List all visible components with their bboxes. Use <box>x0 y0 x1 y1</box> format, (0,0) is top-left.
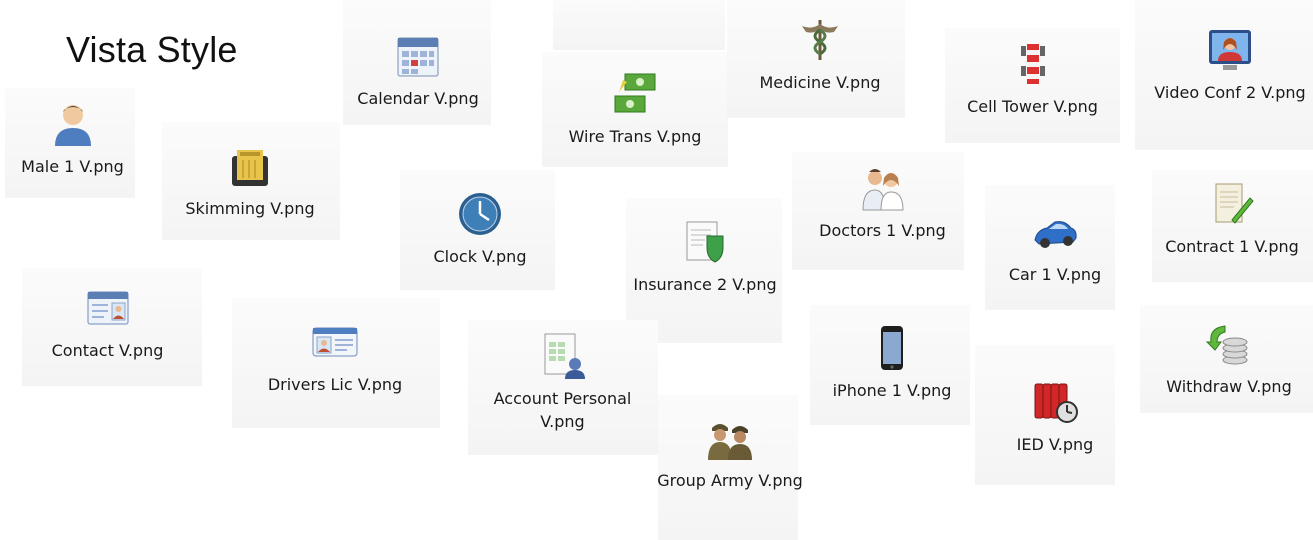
file-icon-drivers-lic[interactable]: Drivers Lic V.png <box>240 318 430 396</box>
file-icon-withdraw[interactable]: Withdraw V.png <box>1145 320 1313 398</box>
insurance-shield-icon <box>681 218 729 266</box>
background-tile <box>553 0 725 50</box>
caduceus-icon <box>796 16 844 64</box>
file-icon-contact[interactable]: Contact V.png <box>20 284 195 362</box>
file-icon-calendar[interactable]: Calendar V.png <box>343 32 493 110</box>
file-icon-skimming[interactable]: Skimming V.png <box>160 142 340 220</box>
car-icon <box>1031 208 1079 256</box>
file-label: Skimming V.png <box>185 199 315 218</box>
file-label: Insurance 2 V.png <box>633 275 777 294</box>
file-icon-wire-trans[interactable]: Wire Trans V.png <box>540 70 730 148</box>
file-label: Wire Trans V.png <box>568 127 702 146</box>
contact-card-icon <box>84 284 132 332</box>
file-icon-iphone-1[interactable]: iPhone 1 V.png <box>812 324 972 402</box>
clock-icon <box>456 190 504 238</box>
file-icon-group-army[interactable]: Group Army V.png <box>655 414 805 492</box>
file-label: Video Conf 2 V.png <box>1154 83 1306 102</box>
contract-icon <box>1208 180 1256 228</box>
file-label: Withdraw V.png <box>1166 377 1292 396</box>
file-icon-contract-1[interactable]: Contract 1 V.png <box>1152 180 1312 258</box>
file-label: Calendar V.png <box>357 89 479 108</box>
file-icon-clock[interactable]: Clock V.png <box>400 190 560 268</box>
file-label: iPhone 1 V.png <box>832 381 952 400</box>
calendar-icon <box>394 32 442 80</box>
iphone-icon <box>868 324 916 372</box>
file-label: IED V.png <box>1016 435 1094 454</box>
file-label: Contract 1 V.png <box>1165 237 1299 256</box>
file-label: Male 1 V.png <box>21 157 124 176</box>
file-label: Doctors 1 V.png <box>819 221 946 240</box>
account-personal-icon <box>539 332 587 380</box>
doctors-icon <box>859 164 907 212</box>
file-label: Group Army V.png <box>657 471 803 490</box>
cell-tower-icon <box>1009 40 1057 88</box>
file-label: Drivers Lic V.png <box>267 375 403 394</box>
file-icon-insurance-2[interactable]: Insurance 2 V.png <box>625 218 785 296</box>
video-conference-icon <box>1206 26 1254 74</box>
ied-bomb-icon <box>1031 378 1079 426</box>
file-label: Account Personal V.png <box>493 389 632 431</box>
army-group-icon <box>706 414 754 462</box>
page-title: Vista Style <box>66 29 238 70</box>
male-user-icon <box>49 100 97 148</box>
file-icon-video-conf-2[interactable]: Video Conf 2 V.png <box>1145 26 1313 104</box>
file-icon-male-1[interactable]: Male 1 V.png <box>0 100 145 178</box>
file-icon-ied[interactable]: IED V.png <box>985 378 1125 456</box>
file-label: Car 1 V.png <box>1008 265 1102 284</box>
file-label: Cell Tower V.png <box>967 97 1098 116</box>
skimming-device-icon <box>226 142 274 190</box>
file-icon-doctors-1[interactable]: Doctors 1 V.png <box>800 164 965 242</box>
file-icon-cell-tower[interactable]: Cell Tower V.png <box>945 40 1120 118</box>
file-icon-medicine[interactable]: Medicine V.png <box>740 16 900 94</box>
file-label: Contact V.png <box>51 341 164 360</box>
file-label: Clock V.png <box>433 247 527 266</box>
file-label: Medicine V.png <box>759 73 881 92</box>
drivers-license-icon <box>311 318 359 366</box>
file-icon-car-1[interactable]: Car 1 V.png <box>985 208 1125 286</box>
withdraw-coins-icon <box>1205 320 1253 368</box>
wire-transfer-icon <box>611 70 659 118</box>
file-icon-account-personal[interactable]: Account Personal V.png <box>470 332 655 433</box>
